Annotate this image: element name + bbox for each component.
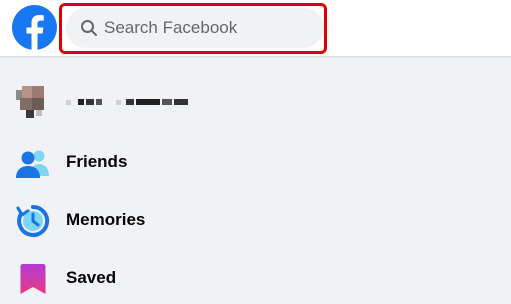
sidebar-item-friends[interactable]: Friends xyxy=(8,136,511,188)
friends-icon xyxy=(16,150,49,178)
profile-name-redacted xyxy=(66,98,206,106)
top-bar xyxy=(0,0,511,56)
memories-icon xyxy=(16,204,50,237)
sidebar-item-label: Memories xyxy=(66,210,146,229)
sidebar-item-saved[interactable]: Saved xyxy=(8,252,511,304)
facebook-logo-icon[interactable] xyxy=(12,5,57,50)
sidebar-item-profile[interactable] xyxy=(8,72,511,124)
sidebar-item-memories[interactable]: Memories xyxy=(8,194,511,246)
search-input[interactable] xyxy=(104,8,314,48)
sidebar-item-label: Saved xyxy=(66,268,117,287)
search-box[interactable] xyxy=(66,8,324,48)
sidebar-item-label: Friends xyxy=(66,152,128,171)
avatar xyxy=(16,82,50,118)
saved-icon xyxy=(20,264,46,294)
search-icon xyxy=(81,20,97,36)
